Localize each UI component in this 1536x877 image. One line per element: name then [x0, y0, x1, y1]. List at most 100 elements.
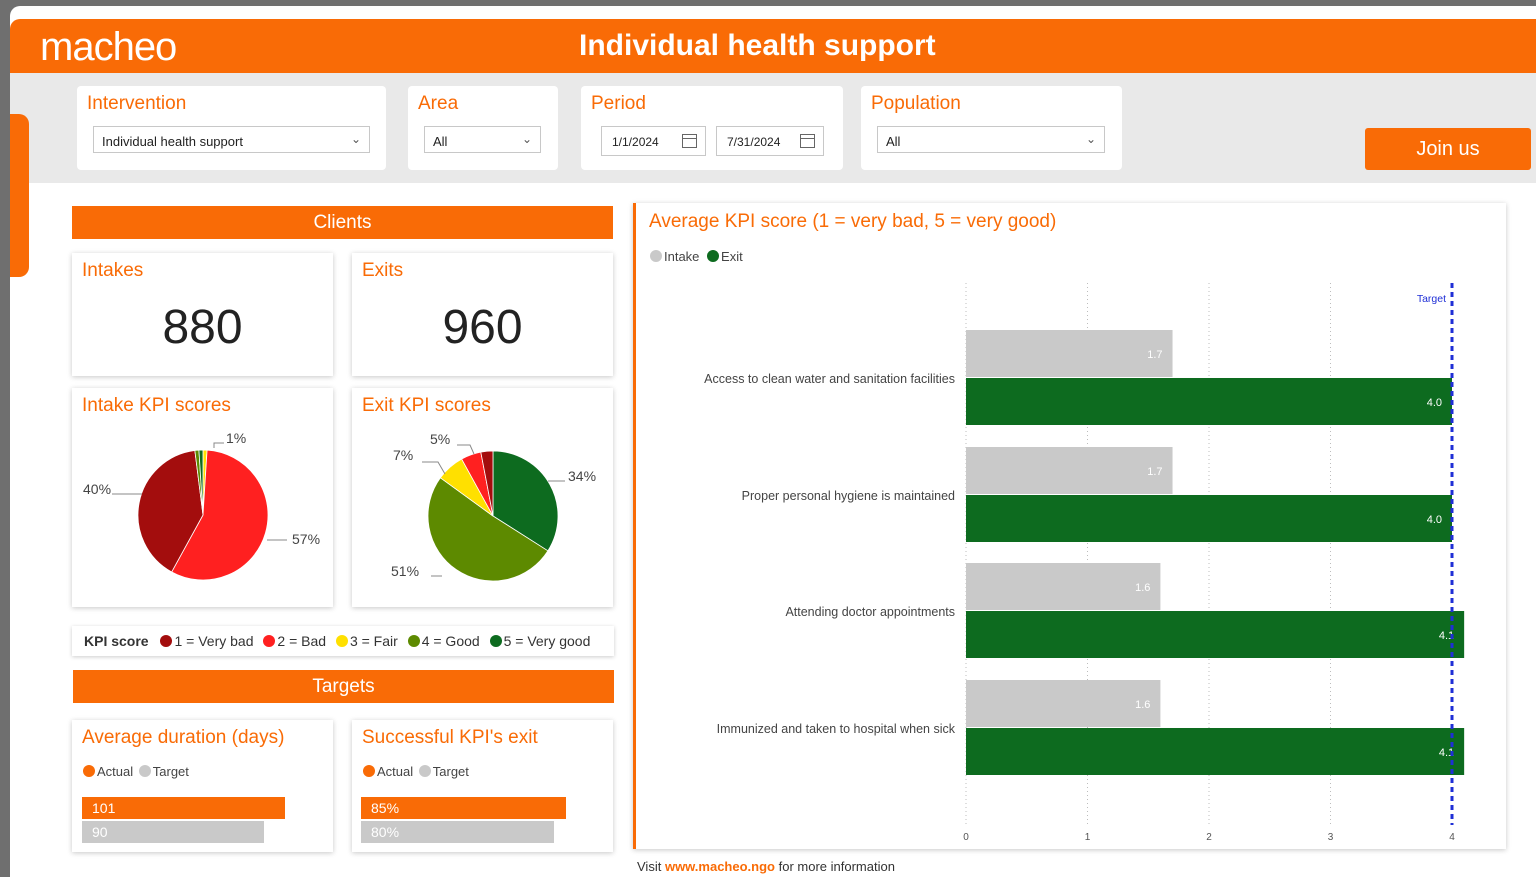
- legend-item: 4 = Good: [421, 633, 480, 649]
- period-start-value: 1/1/2024: [612, 135, 659, 149]
- intake-bar-label: 1.7: [1147, 466, 1162, 478]
- legend-item: 3 = Fair: [349, 633, 398, 649]
- intakes-card: Intakes 880: [72, 253, 333, 376]
- calendar-icon[interactable]: [682, 134, 697, 148]
- area-dropdown[interactable]: All ⌄: [424, 126, 541, 153]
- avg-kpi-chart-card: Average KPI score (1 = very bad, 5 = ver…: [633, 203, 1506, 849]
- kpi-legend-title: KPI score: [84, 633, 149, 649]
- intake-pie-label-fair: 1%: [226, 430, 247, 446]
- intervention-label: Intervention: [87, 93, 187, 114]
- intake-bar: [966, 447, 1173, 494]
- legend-item: 2 = Bad: [277, 633, 327, 649]
- legend-item: 5 = Very good: [503, 633, 591, 649]
- chevron-down-icon: ⌄: [521, 132, 532, 146]
- avg-duration-legend: Actual Target: [83, 764, 189, 779]
- area-slicer: Area All ⌄: [408, 86, 558, 170]
- intake-bar-label: 1.6: [1135, 582, 1150, 594]
- chevron-down-icon: ⌄: [1085, 132, 1096, 146]
- exit-bar: [966, 495, 1452, 542]
- side-panel-tab[interactable]: [10, 114, 29, 277]
- exit-pie-label-very-good: 34%: [568, 468, 597, 484]
- avg-duration-actual-bar: 101: [82, 797, 285, 819]
- exit-bar: [966, 378, 1452, 425]
- exits-label: Exits: [362, 260, 404, 281]
- target-dot: [418, 765, 431, 777]
- calendar-icon[interactable]: [800, 134, 815, 148]
- population-dropdown[interactable]: All ⌄: [877, 126, 1105, 153]
- pie-leader-line: [422, 461, 446, 475]
- header-bar: macheo Individual health support: [10, 19, 1536, 73]
- page-title: Individual health support: [579, 29, 936, 62]
- successful-exit-card: Successful KPI's exit Actual Target 85% …: [352, 720, 613, 852]
- exit-bar-label: 4.0: [1427, 397, 1442, 409]
- avg-duration-title: Average duration (days): [82, 727, 285, 748]
- intakes-label: Intakes: [82, 260, 144, 281]
- fair-dot: [335, 635, 348, 647]
- footer: Visit www.macheo.ngo for more informatio…: [637, 859, 895, 874]
- x-tick-label: 2: [1206, 832, 1212, 843]
- period-end-value: 7/31/2024: [727, 135, 781, 149]
- intake-pie-label-very-bad: 40%: [83, 481, 112, 497]
- category-label: Immunized and taken to hospital when sic…: [717, 722, 956, 736]
- footer-suffix: for more information: [778, 859, 895, 874]
- legend-item: 1 = Very bad: [174, 633, 254, 649]
- target-dot: [138, 765, 151, 777]
- join-us-button[interactable]: Join us: [1365, 128, 1531, 170]
- area-label: Area: [418, 93, 459, 114]
- target-label: Target: [432, 764, 469, 779]
- population-value: All: [886, 134, 901, 149]
- target-line-label: Target: [1417, 293, 1446, 305]
- targets-section-header: Targets: [73, 670, 614, 703]
- intervention-dropdown[interactable]: Individual health support ⌄: [93, 126, 370, 153]
- intervention-value: Individual health support: [102, 134, 243, 149]
- actual-dot: [83, 765, 95, 777]
- intakes-value: 880: [162, 301, 243, 354]
- x-tick-label: 4: [1449, 832, 1455, 843]
- intake-bar-label: 1.7: [1147, 349, 1162, 361]
- bad-dot: [263, 635, 276, 647]
- exits-card: Exits 960: [352, 253, 613, 376]
- chevron-down-icon: ⌄: [350, 132, 361, 146]
- successful-exit-legend: Actual Target: [363, 764, 469, 779]
- exit-bar-label: 4.0: [1427, 514, 1442, 526]
- successful-exit-title: Successful KPI's exit: [362, 727, 538, 748]
- actual-dot: [363, 765, 375, 777]
- footer-prefix: Visit: [637, 859, 662, 874]
- intake-bar: [966, 680, 1161, 727]
- population-slicer: Population All ⌄: [861, 86, 1122, 170]
- intake-pie-label-bad: 57%: [292, 531, 321, 547]
- intervention-slicer: Intervention Individual health support ⌄: [77, 86, 386, 170]
- period-label: Period: [591, 93, 646, 114]
- intake-bar: [966, 563, 1161, 610]
- avg-kpi-bar-chart: 0 1 2 3 4 1.7 4.0 Access to clean water and san…: [704, 283, 1465, 843]
- exit-bar: [966, 611, 1465, 658]
- intake-bar: [966, 330, 1173, 377]
- successful-exit-actual-bar: 85%: [361, 797, 566, 819]
- good-dot: [407, 635, 420, 647]
- footer-link[interactable]: www.macheo.ngo: [665, 859, 775, 874]
- population-label: Population: [871, 93, 961, 114]
- actual-label: Actual: [97, 764, 134, 779]
- report-canvas: macheo Individual health support Interve…: [10, 6, 1536, 877]
- actual-label: Actual: [377, 764, 414, 779]
- successful-exit-target-bar: 80%: [361, 821, 554, 843]
- exits-value: 960: [442, 301, 523, 354]
- x-tick-label: 1: [1085, 832, 1091, 843]
- target-label: Target: [152, 764, 189, 779]
- exit-pie-label-fair: 7%: [393, 447, 414, 463]
- period-end-input[interactable]: 7/31/2024: [716, 126, 824, 156]
- pie-leader-line: [213, 442, 224, 448]
- macheo-logo: macheo: [40, 25, 177, 69]
- x-tick-label: 3: [1328, 832, 1334, 843]
- intake-pie-chart: [112, 442, 287, 581]
- exit-bar: [966, 728, 1465, 775]
- intake-kpi-card: Intake KPI scores 40% 57% 1%: [72, 388, 333, 607]
- kpi-score-legend: KPI score 1 = Very bad 2 = Bad 3 = Fair …: [72, 626, 614, 656]
- very-good-dot: [489, 635, 502, 647]
- exit-pie-label-good: 51%: [391, 563, 420, 579]
- period-start-input[interactable]: 1/1/2024: [601, 126, 706, 156]
- clients-section-header: Clients: [72, 206, 613, 239]
- avg-duration-card: Average duration (days) Actual Target 10…: [72, 720, 333, 852]
- x-tick-label: 0: [963, 832, 969, 843]
- exit-kpi-card: Exit KPI scores 34% 51% 7% 5%: [352, 388, 613, 607]
